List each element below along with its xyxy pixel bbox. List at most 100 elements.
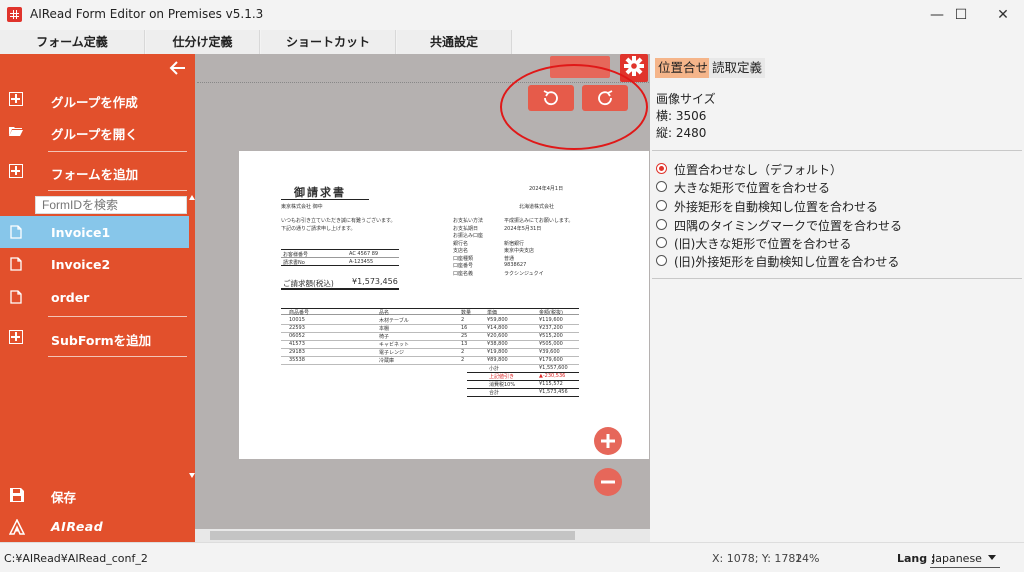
doc-date: 2024年4月1日 <box>529 186 564 192</box>
radio-no-alignment[interactable]: 位置合わせなし（デフォルト） <box>656 160 1016 178</box>
doc-payment-value: 平成振込みにてお願いします。 <box>504 218 574 224</box>
zoom-in-button[interactable] <box>594 427 622 455</box>
doc-greeting-2: 下記の通りご請求申し上げます。 <box>281 226 356 232</box>
zoom-out-button[interactable] <box>594 468 622 496</box>
table-cell: ¥20,600 <box>487 333 508 339</box>
sidebar-item-label: グループを作成 <box>51 95 138 110</box>
doc-payment-label: 銀行名 <box>453 240 469 247</box>
radio-bounding-rectangle[interactable]: 外接矩形を自動検知し位置を合わせる <box>656 197 1016 215</box>
close-button[interactable]: ✕ <box>980 0 1024 30</box>
divider <box>48 316 187 317</box>
status-bar <box>0 542 1024 572</box>
doc-payment-value: 東京中央支店 <box>504 248 535 254</box>
doc-customer: 東京株式会社 御中 <box>281 204 323 210</box>
plus-box-icon <box>9 92 23 106</box>
divider <box>652 150 1022 151</box>
summary-value: ¥1,573,456 <box>539 389 568 395</box>
sidebar-item-create-group[interactable]: グループを作成 <box>0 85 195 115</box>
doc-payment-value: 新宿銀行 <box>504 240 525 247</box>
highlight-annotation <box>500 64 648 150</box>
doc-payment-value: 2024年5月31日 <box>504 225 542 232</box>
table-cell: 29183 <box>289 349 305 355</box>
summary-label: 上記値引き <box>489 374 515 380</box>
table-row-line <box>281 340 579 341</box>
radio-icon <box>656 237 667 248</box>
sidebar-item-label: グループを開く <box>51 127 138 142</box>
table-cell: ¥19,800 <box>487 349 508 355</box>
sidebar-save-button[interactable]: 保存 <box>0 480 195 510</box>
sidebar-item-order[interactable]: order <box>0 283 195 313</box>
divider <box>48 190 187 191</box>
sidebar-item-label: Invoice1 <box>51 225 111 240</box>
sidebar-item-invoice2[interactable]: Invoice2 <box>0 250 195 280</box>
doc-payment-label: 支店名 <box>453 248 469 254</box>
table-cell: ¥119,600 <box>539 317 563 323</box>
table-cell: 木材テーブル <box>379 318 409 324</box>
radio-label: 外接矩形を自動検知し位置を合わせる <box>674 200 879 214</box>
sidebar-item-label: Invoice2 <box>51 257 111 272</box>
radio-timing-marks[interactable]: 四隅のタイミングマークで位置を合わせる <box>656 216 1016 234</box>
doc-payment-value: 9838627 <box>504 262 527 268</box>
doc-total-value: ¥1,573,456 <box>352 277 398 286</box>
sidebar-item-label: order <box>51 290 90 305</box>
table-cell: 35538 <box>289 357 305 363</box>
sidebar-item-invoice1[interactable]: Invoice1 <box>0 218 195 248</box>
folder-open-icon <box>9 127 23 136</box>
summary-value: ▲-230,536 <box>539 373 566 379</box>
radio-label: 四隅のタイミングマークで位置を合わせる <box>674 219 903 233</box>
table-cell: ¥14,800 <box>487 325 508 331</box>
doc-payment-value: 普通 <box>504 255 515 262</box>
airead-logo-icon <box>9 519 25 535</box>
table-cell: 2 <box>461 357 465 363</box>
summary-label: 小計 <box>489 366 500 372</box>
summary-label: 合計 <box>489 390 500 396</box>
app-logo-icon <box>7 7 22 22</box>
save-label: 保存 <box>51 490 77 505</box>
document-icon <box>10 257 22 271</box>
table-cell: 冷蔵庫 <box>379 358 395 364</box>
sidebar-item-label: SubFormを追加 <box>51 333 152 348</box>
table-cell: キャビネット <box>379 342 410 348</box>
tab-common-settings[interactable]: 共通設定 <box>397 30 512 54</box>
radio-label: (旧)外接矩形を自動検知し位置を合わせる <box>674 255 900 269</box>
table-cell: ¥237,200 <box>539 325 563 331</box>
table-row-line <box>281 348 579 349</box>
radio-icon <box>656 255 667 266</box>
sidebar-item-open-group[interactable]: グループを開く <box>0 117 195 147</box>
doc-payment-label: お支払期日 <box>453 225 479 232</box>
radio-large-rectangle[interactable]: 大きな矩形で位置を合わせる <box>656 178 1016 196</box>
summary-label: 消費税10% <box>489 382 516 388</box>
sidebar-item-add-subform[interactable]: SubFormを追加 <box>0 323 195 353</box>
table-row-line <box>281 324 579 325</box>
formid-search-input[interactable] <box>35 196 187 214</box>
tab-read-definition[interactable]: 読取定義 <box>709 58 766 78</box>
tab-alignment[interactable]: 位置合せ <box>655 58 712 78</box>
maximize-button[interactable]: ☐ <box>938 0 984 30</box>
table-cell: ¥38,800 <box>487 341 508 347</box>
tab-shortcut[interactable]: ショートカット <box>261 30 396 54</box>
language-select[interactable]: Japanese <box>930 548 1000 568</box>
sidebar-item-label: フォームを追加 <box>51 167 139 182</box>
divider <box>48 356 187 357</box>
radio-label: (旧)大きな矩形で位置を合わせる <box>674 237 852 251</box>
radio-icon <box>656 200 667 211</box>
tab-form-definition[interactable]: フォーム定義 <box>0 30 145 54</box>
divider <box>48 151 187 152</box>
table-cell: ¥39,600 <box>539 349 560 355</box>
table-row-line <box>281 364 579 365</box>
table-header: 数量 <box>461 310 472 316</box>
radio-legacy-large-rectangle[interactable]: (旧)大きな矩形で位置を合わせる <box>656 234 1016 252</box>
arrow-left-icon[interactable] <box>169 60 187 76</box>
doc-payment-label: 口座種類 <box>453 255 474 262</box>
doc-payment-label: お振込み口座 <box>453 233 484 239</box>
table-cell: ¥505,000 <box>539 341 563 347</box>
radio-legacy-bounding-rectangle[interactable]: (旧)外接矩形を自動検知し位置を合わせる <box>656 252 1016 270</box>
doc-payment-label: 口座名義 <box>453 270 474 277</box>
plus-circle-icon <box>601 434 615 448</box>
table-header: 金額(税抜) <box>539 310 563 316</box>
table-cell: 本棚 <box>379 326 390 332</box>
tab-sorting-definition[interactable]: 仕分け定義 <box>146 30 260 54</box>
image-height: 縦: 2480 <box>656 126 707 140</box>
scrollbar-thumb[interactable] <box>210 531 575 540</box>
sidebar-item-add-form[interactable]: フォームを追加 <box>0 157 195 187</box>
